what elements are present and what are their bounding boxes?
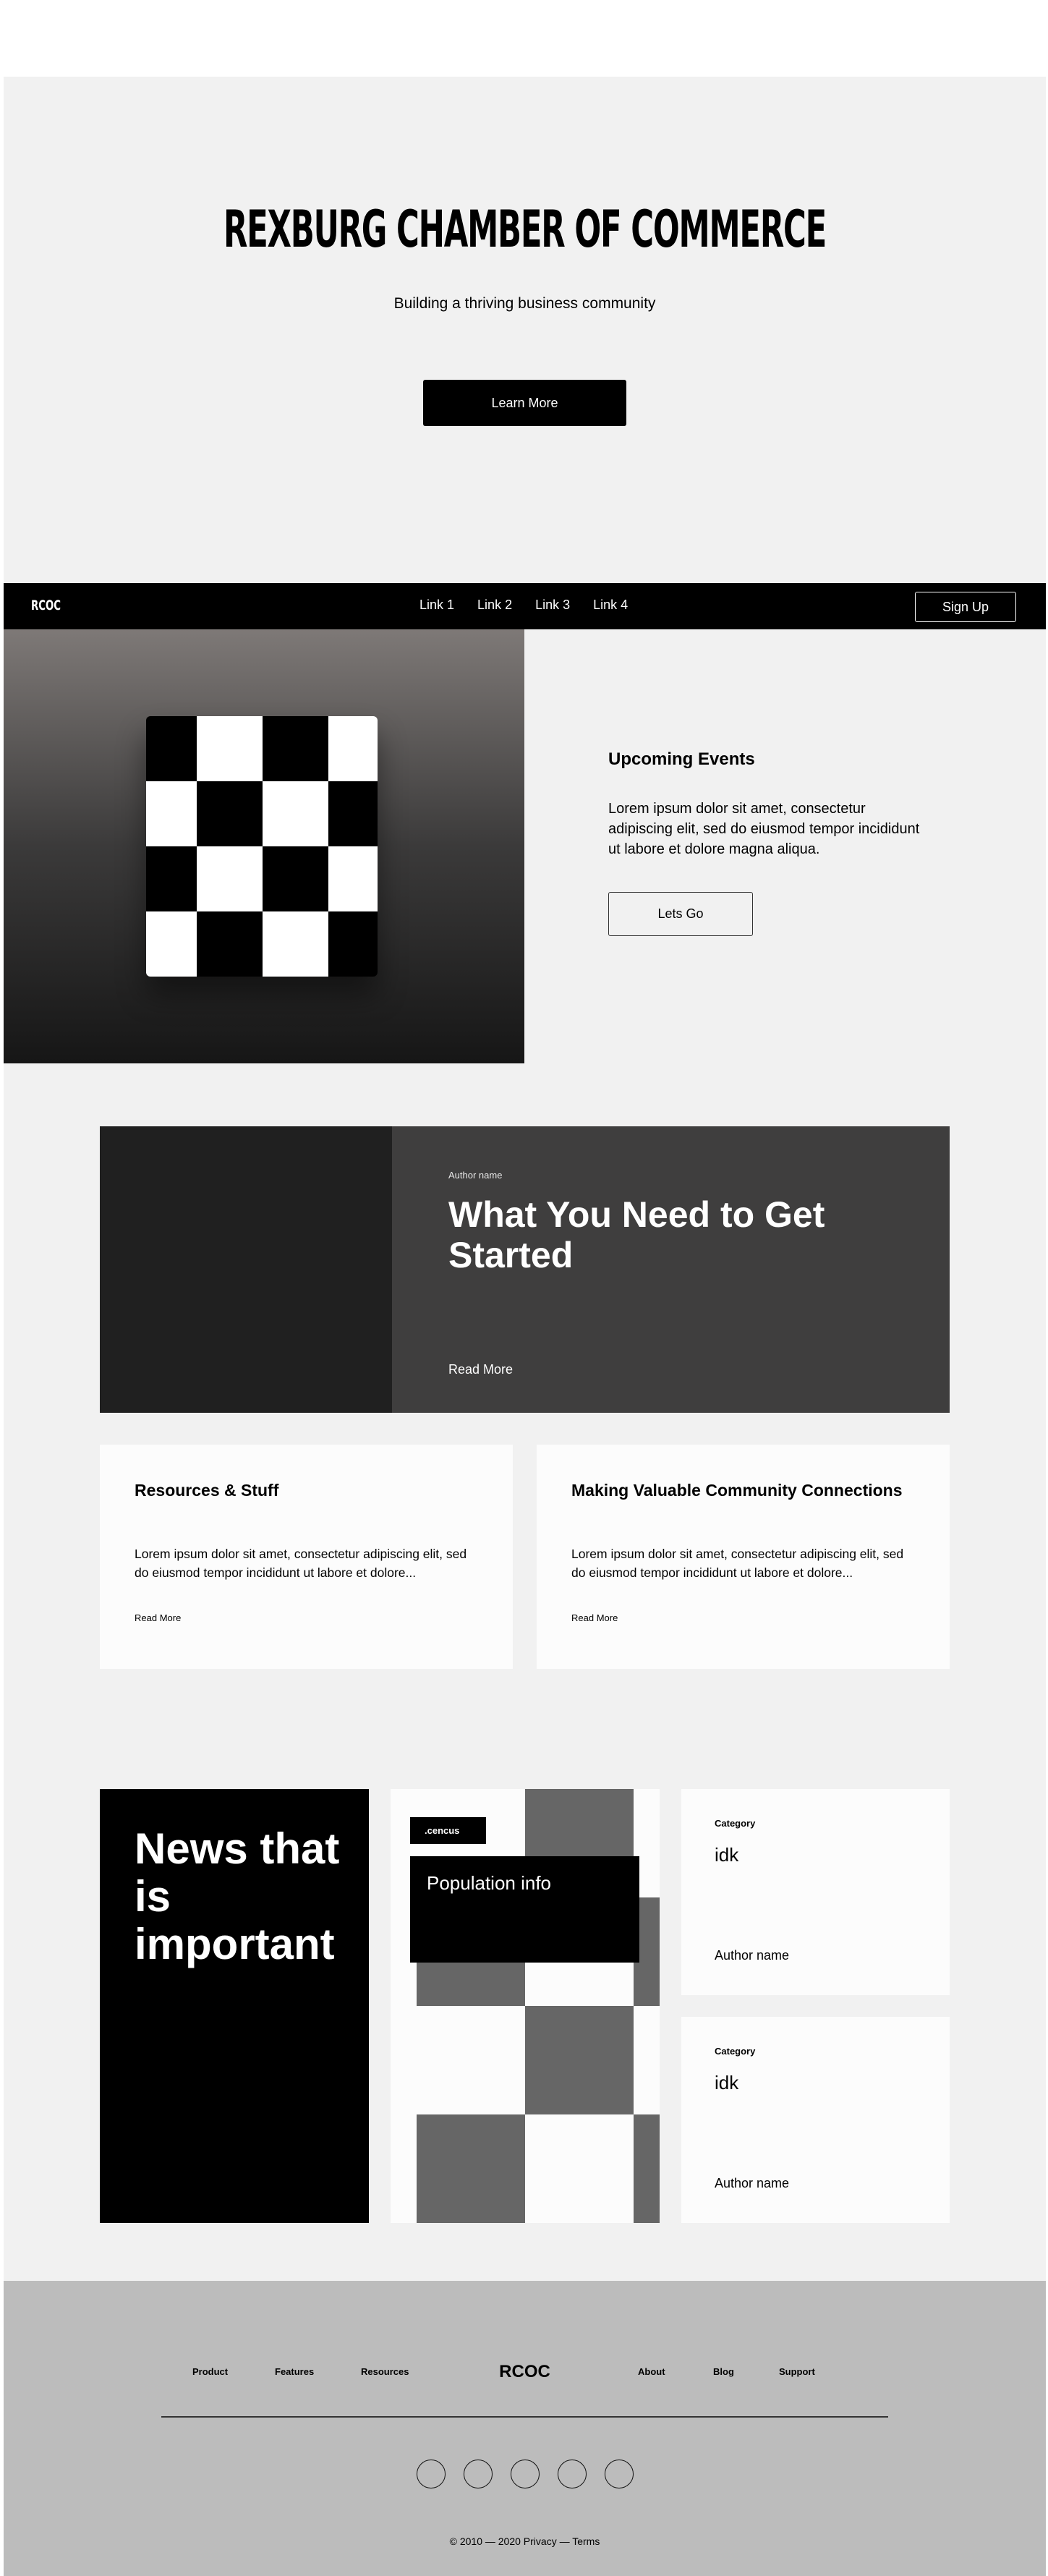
card-body: Lorem ipsum dolor sit amet, consectetur …: [135, 1547, 467, 1580]
checker-square: [263, 911, 328, 977]
footer-link-support[interactable]: Support: [779, 2366, 815, 2377]
featured-author: Author name: [448, 1170, 503, 1181]
checker-square: [328, 846, 378, 911]
social-icon-5[interactable]: [605, 2460, 634, 2488]
category-card[interactable]: Category idk Author name: [681, 2017, 950, 2223]
checker-square: [263, 781, 328, 846]
navbar: RCOC Link 1 Link 2 Link 3 Link 4 Sign Up: [4, 583, 1046, 629]
category-author: Author name: [715, 2176, 790, 2190]
category-author: Author name: [715, 1948, 790, 1963]
card-body: Lorem ipsum dolor sit amet, consectetur …: [571, 1547, 904, 1580]
featured-image: [100, 1126, 392, 1413]
pattern-tile: [634, 2114, 660, 2223]
social-icon-2[interactable]: [464, 2460, 493, 2488]
page-container: REXBURG CHAMBER OF COMMERCE Building a t…: [4, 77, 1046, 2576]
news-panel[interactable]: News that is important: [100, 1789, 369, 2223]
card-heading: Making Valuable Community Connections: [571, 1481, 903, 1500]
featured-read-more-link[interactable]: Read More: [448, 1362, 513, 1377]
nav-links: Link 1 Link 2 Link 3 Link 4: [419, 598, 628, 613]
news-title: News that is important: [135, 1824, 340, 1968]
checker-square: [328, 716, 378, 781]
footer: Product Features Resources RCOC About Bl…: [4, 2281, 1046, 2576]
sign-up-button[interactable]: Sign Up: [915, 592, 1016, 622]
population-title: Population info: [427, 1872, 552, 1894]
footer-copyright: © 2010 — 2020 Privacy — Terms: [449, 2535, 600, 2547]
checker-square: [146, 716, 197, 781]
events-image: [4, 629, 524, 1063]
checker-square: [328, 781, 378, 846]
category-value: idk: [715, 2072, 739, 2093]
footer-logo[interactable]: RCOC: [4, 2362, 1046, 2382]
checker-square: [146, 846, 197, 911]
community-card[interactable]: Making Valuable Community Connections Lo…: [537, 1445, 950, 1669]
footer-divider: [161, 2416, 888, 2418]
pattern-tile: [525, 2006, 634, 2114]
hero-title: REXBURG CHAMBER OF COMMERCE: [223, 200, 827, 259]
featured-title: What You Need to Get Started: [448, 1194, 825, 1275]
events-body: Lorem ipsum dolor sit amet, consectetur …: [608, 801, 920, 857]
nav-link-4[interactable]: Link 4: [593, 598, 628, 613]
checker-square: [197, 781, 263, 846]
checker-square: [197, 716, 263, 781]
category-label: Category: [715, 1818, 756, 1829]
card-heading: Resources & Stuff: [135, 1481, 279, 1500]
hero-section: REXBURG CHAMBER OF COMMERCE Building a t…: [4, 77, 1046, 583]
nav-link-2[interactable]: Link 2: [477, 598, 512, 613]
checkerboard-graphic: [146, 716, 378, 977]
social-icon-3[interactable]: [511, 2460, 540, 2488]
category-label: Category: [715, 2046, 756, 2057]
population-card[interactable]: .cencus Population info: [391, 1789, 660, 2223]
category-card[interactable]: Category idk Author name: [681, 1789, 950, 1995]
featured-card[interactable]: Author name What You Need to Get Started…: [100, 1126, 950, 1413]
lets-go-button[interactable]: Lets Go: [608, 892, 753, 936]
learn-more-button[interactable]: Learn More: [423, 380, 626, 426]
page: REXBURG CHAMBER OF COMMERCE Building a t…: [0, 0, 1048, 2576]
card-read-more-link[interactable]: Read More: [135, 1612, 181, 1623]
social-icon-4[interactable]: [558, 2460, 587, 2488]
events-heading: Upcoming Events: [608, 749, 755, 769]
checker-square: [146, 911, 197, 977]
resources-card[interactable]: Resources & Stuff Lorem ipsum dolor sit …: [100, 1445, 513, 1669]
footer-link-about[interactable]: About: [638, 2366, 665, 2377]
footer-link-blog[interactable]: Blog: [713, 2366, 734, 2377]
events-content: Upcoming Events Lorem ipsum dolor sit am…: [608, 749, 926, 859]
checker-square: [263, 846, 328, 911]
nav-logo[interactable]: RCOC: [31, 598, 61, 613]
card-read-more-link[interactable]: Read More: [571, 1612, 618, 1623]
nav-link-1[interactable]: Link 1: [419, 598, 454, 613]
census-tag[interactable]: .cencus: [410, 1817, 486, 1844]
category-value: idk: [715, 1844, 739, 1866]
population-label-box: Population info: [410, 1856, 639, 1963]
checker-square: [263, 716, 328, 781]
checker-square: [146, 781, 197, 846]
hero-subtitle: Building a thriving business community: [393, 295, 656, 312]
social-icon-1[interactable]: [417, 2460, 446, 2488]
checker-square: [197, 846, 263, 911]
checker-square: [328, 911, 378, 977]
pattern-tile: [417, 2114, 525, 2223]
checker-square: [197, 911, 263, 977]
nav-link-3[interactable]: Link 3: [535, 598, 570, 613]
